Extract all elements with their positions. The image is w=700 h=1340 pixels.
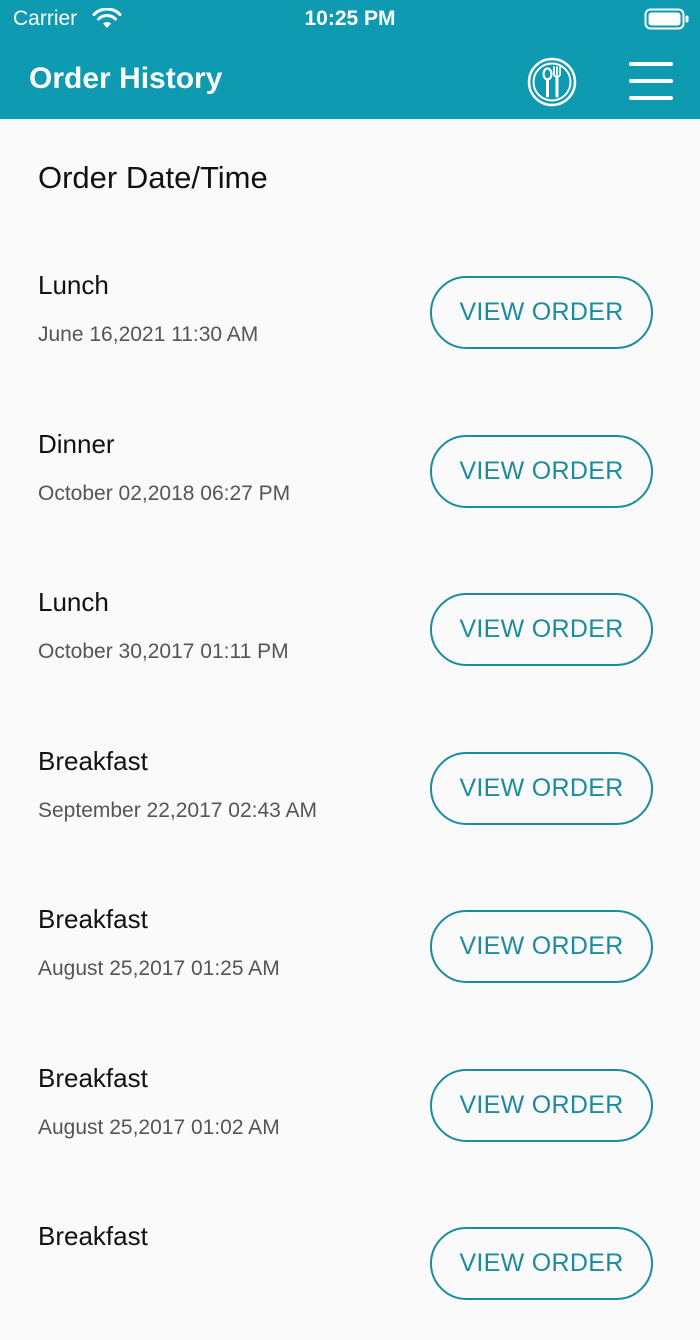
status-time: 10:25 PM [304, 7, 396, 30]
view-order-button[interactable]: VIEW ORDER [430, 1227, 653, 1300]
view-order-button[interactable]: VIEW ORDER [430, 1068, 653, 1142]
view-order-button[interactable]: VIEW ORDER [430, 276, 653, 349]
page-title: Order History [29, 62, 223, 95]
meal-type: Breakfast [38, 1221, 148, 1251]
view-order-button[interactable]: VIEW ORDER [430, 593, 653, 666]
list-item: Breakfast August 25,2017 01:02 AM VIEW O… [0, 1023, 700, 1182]
order-datetime: June 16,2021 11:30 AM [38, 323, 259, 346]
list-item: Breakfast August 25,2017 01:25 AM VIEW O… [0, 864, 700, 1023]
meal-type: Dinner [38, 428, 115, 459]
order-datetime: October 02,2018 06:27 PM [38, 481, 291, 505]
order-datetime: September 22,2017 02:43 AM [38, 798, 318, 822]
section-header: Order Date/Time [0, 119, 700, 230]
menu-icon[interactable] [627, 60, 675, 102]
dining-icon[interactable] [526, 56, 578, 108]
list-item: Breakfast VIEW ORDER [0, 1181, 700, 1340]
meal-type: Breakfast [38, 1062, 148, 1093]
meal-type: Breakfast [38, 904, 148, 934]
list-item: Dinner October 02,2018 06:27 PM VIEW ORD… [0, 389, 700, 548]
list-item: Lunch June 16,2021 11:30 AM VIEW ORDER [0, 230, 700, 389]
battery-icon [644, 8, 689, 30]
order-datetime: August 25,2017 01:25 AM [38, 957, 280, 980]
navigation-bar: Order History [0, 40, 700, 119]
list-item: Breakfast September 22,2017 02:43 AM VIE… [0, 706, 700, 865]
status-bar: Carrier 10:25 PM [0, 0, 700, 40]
meal-type: Breakfast [38, 745, 148, 776]
app-header: Carrier 10:25 PM Order History [0, 0, 700, 119]
meal-type: Lunch [38, 270, 109, 300]
order-datetime: October 30,2017 01:11 PM [38, 640, 289, 663]
list-item: Lunch October 30,2017 01:11 PM VIEW ORDE… [0, 547, 700, 706]
order-list: Lunch June 16,2021 11:30 AM VIEW ORDER D… [0, 230, 700, 1340]
section-header-label: Order Date/Time [38, 160, 268, 195]
view-order-button[interactable]: VIEW ORDER [430, 910, 653, 983]
view-order-button[interactable]: VIEW ORDER [430, 751, 653, 825]
meal-type: Lunch [38, 587, 109, 617]
view-order-button[interactable]: VIEW ORDER [430, 434, 653, 508]
order-datetime: August 25,2017 01:02 AM [38, 1115, 280, 1139]
